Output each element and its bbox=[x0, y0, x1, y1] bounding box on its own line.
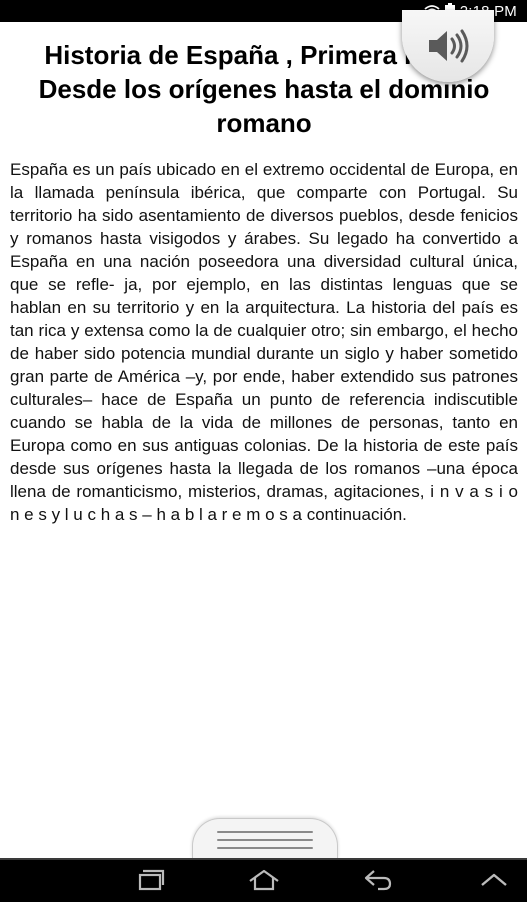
handle-line bbox=[217, 839, 313, 841]
document-body: España es un país ubicado en el extremo … bbox=[10, 160, 518, 524]
navigation-bar bbox=[0, 858, 527, 902]
speaker-icon bbox=[429, 29, 469, 63]
back-icon bbox=[364, 870, 392, 891]
handle-line bbox=[217, 847, 313, 849]
menu-up-button[interactable] bbox=[474, 866, 514, 894]
home-button[interactable] bbox=[244, 866, 284, 894]
recent-apps-icon bbox=[138, 869, 165, 891]
menu-up-icon bbox=[481, 873, 507, 886]
document-view[interactable]: Historia de España , Primera Parte / Des… bbox=[10, 38, 518, 526]
recent-apps-button[interactable] bbox=[130, 866, 170, 894]
drawer-handle-icon[interactable] bbox=[192, 818, 338, 859]
back-button[interactable] bbox=[358, 866, 398, 894]
home-icon bbox=[249, 869, 279, 891]
handle-line bbox=[217, 831, 313, 833]
